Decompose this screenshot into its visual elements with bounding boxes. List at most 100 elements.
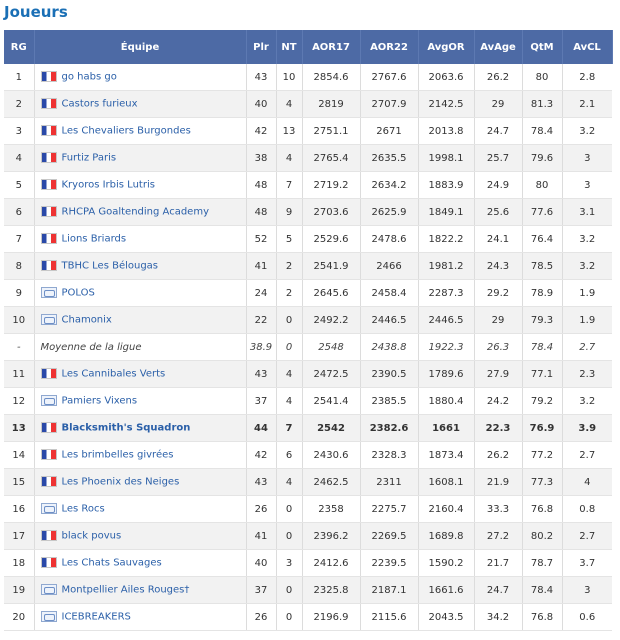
avage-cell: 25.6 [473,198,522,226]
team-link[interactable]: Les brimbelles givrées [62,450,174,461]
generic-flag-icon [40,584,57,596]
team-cell: RHCPA Goaltending Academy [33,198,246,226]
team-link[interactable]: Kryoros Irbis Lutris [62,180,155,191]
team-link[interactable]: Montpellier Ailes Rouges† [62,585,190,596]
nt-cell: 0 [275,306,302,334]
france-flag-icon [40,98,57,110]
avgor-cell: 1873.4 [417,441,474,469]
plr-cell: 44 [245,414,276,442]
team-link[interactable]: Lions Briards [62,234,127,245]
table-row: 12 Pamiers Vixens 37 4 2541.4 2385.5 1880.4 24.… [4,387,612,415]
rank-cell: 4 [4,144,34,172]
france-flag-icon [40,206,57,218]
avgor-cell: 2446.5 [417,306,474,334]
table-row: 16 Les Rocs 26 0 2358 2275.7 2160.4 33.3 76.8 0.8 [4,495,612,523]
aor22-cell: 2115.6 [359,603,418,631]
rank-cell: 15 [4,468,34,496]
rank-cell: 18 [4,549,34,577]
avage-cell: 27.2 [473,522,522,550]
avgor-cell: 2287.3 [417,279,474,307]
nt-cell: 2 [275,279,302,307]
team-link[interactable]: Les Chats Sauvages [62,558,162,569]
rank-cell: 10 [4,306,34,334]
col-header-plr[interactable]: Plr [246,30,277,64]
team-cell: Blacksmith's Squadron [33,414,246,442]
table-row: 13 Blacksmith's Squadron 44 7 2542 2382.6 1661… [4,414,612,442]
avcl-cell: 2.7 [561,441,612,469]
nt-cell: 4 [275,90,302,118]
avage-cell: 27.9 [473,360,522,388]
avage-cell: 22.3 [473,414,522,442]
team-link[interactable]: Castors furieux [62,99,138,110]
aor22-cell: 2446.5 [359,306,418,334]
qtm-cell: 79.6 [521,144,562,172]
aor17-cell: 2529.6 [301,225,360,253]
team-cell: Chamonix [33,306,246,334]
team-link[interactable]: Les Rocs [62,504,105,515]
aor22-cell: 2671 [359,117,418,145]
avcl-cell: 3.1 [561,198,612,226]
plr-cell: 38.9 [245,333,276,361]
nt-cell: 13 [275,117,302,145]
team-link[interactable]: Chamonix [62,315,112,326]
team-link[interactable]: Les Chevaliers Burgondes [62,126,191,137]
col-header-aor22[interactable]: AOR22 [360,30,419,64]
team-link[interactable]: TBHC Les Bélougas [62,261,159,272]
col-header-equipe[interactable]: Équipe [34,30,247,64]
col-header-nt[interactable]: NT [276,30,303,64]
avage-cell: 29.2 [473,279,522,307]
aor17-cell: 2430.6 [301,441,360,469]
avgor-cell: 1880.4 [417,387,474,415]
team-link[interactable]: Les Phoenix des Neiges [62,477,180,488]
col-header-avage[interactable]: AvAge [474,30,523,64]
col-header-aor17[interactable]: AOR17 [302,30,361,64]
table-row: 17 black povus 41 0 2396.2 2269.5 1689.8 27.2 80… [4,522,612,550]
col-header-avcl[interactable]: AvCL [562,30,613,64]
team-cell: Les Rocs [33,495,246,523]
aor22-cell: 2634.2 [359,171,418,199]
plr-cell: 48 [245,198,276,226]
team-link[interactable]: black povus [62,531,122,542]
avgor-cell: 1822.2 [417,225,474,253]
team-link[interactable]: RHCPA Goaltending Academy [62,207,210,218]
france-flag-icon [40,71,57,83]
avage-cell: 26.2 [473,441,522,469]
team-link[interactable]: go habs go [62,72,117,83]
qtm-cell: 78.9 [521,279,562,307]
avcl-cell: 3 [561,576,612,604]
team-link[interactable]: Blacksmith's Squadron [62,423,191,434]
col-header-qtm[interactable]: QtM [522,30,563,64]
avcl-cell: 3 [561,171,612,199]
avcl-cell: 3.2 [561,387,612,415]
qtm-cell: 78.5 [521,252,562,280]
aor22-cell: 2311 [359,468,418,496]
col-header-avgor[interactable]: AvgOR [418,30,475,64]
table-body: 1 go habs go 43 10 2854.6 2767.6 2063.6 26.2 80 2… [4,64,612,631]
aor22-cell: 2269.5 [359,522,418,550]
aor17-cell: 2541.4 [301,387,360,415]
qtm-cell: 79.2 [521,387,562,415]
rank-cell: 5 [4,171,34,199]
table-row: 19 Montpellier Ailes Rouges† 37 0 2325.8 2187… [4,576,612,604]
team-link[interactable]: Les Cannibales Verts [62,369,166,380]
nt-cell: 0 [275,576,302,604]
col-header-rg[interactable]: RG [4,30,35,64]
rank-cell: 8 [4,252,34,280]
plr-cell: 26 [245,603,276,631]
avage-cell: 26.2 [473,64,522,91]
aor17-cell: 2548 [301,333,360,361]
generic-flag-icon [40,503,57,515]
avgor-cell: 2013.8 [417,117,474,145]
rank-cell: 3 [4,117,34,145]
team-link[interactable]: Furtiz Paris [62,153,117,164]
nt-cell: 4 [275,360,302,388]
team-link[interactable]: ICEBREAKERS [62,612,131,623]
team-cell: black povus [33,522,246,550]
team-link[interactable]: Pamiers Vixens [62,396,138,407]
avcl-cell: 2.7 [561,522,612,550]
team-link[interactable]: POLOS [62,288,95,299]
qtm-cell: 76.4 [521,225,562,253]
qtm-cell: 78.4 [521,117,562,145]
avcl-cell: 3.9 [561,414,612,442]
aor22-cell: 2239.5 [359,549,418,577]
